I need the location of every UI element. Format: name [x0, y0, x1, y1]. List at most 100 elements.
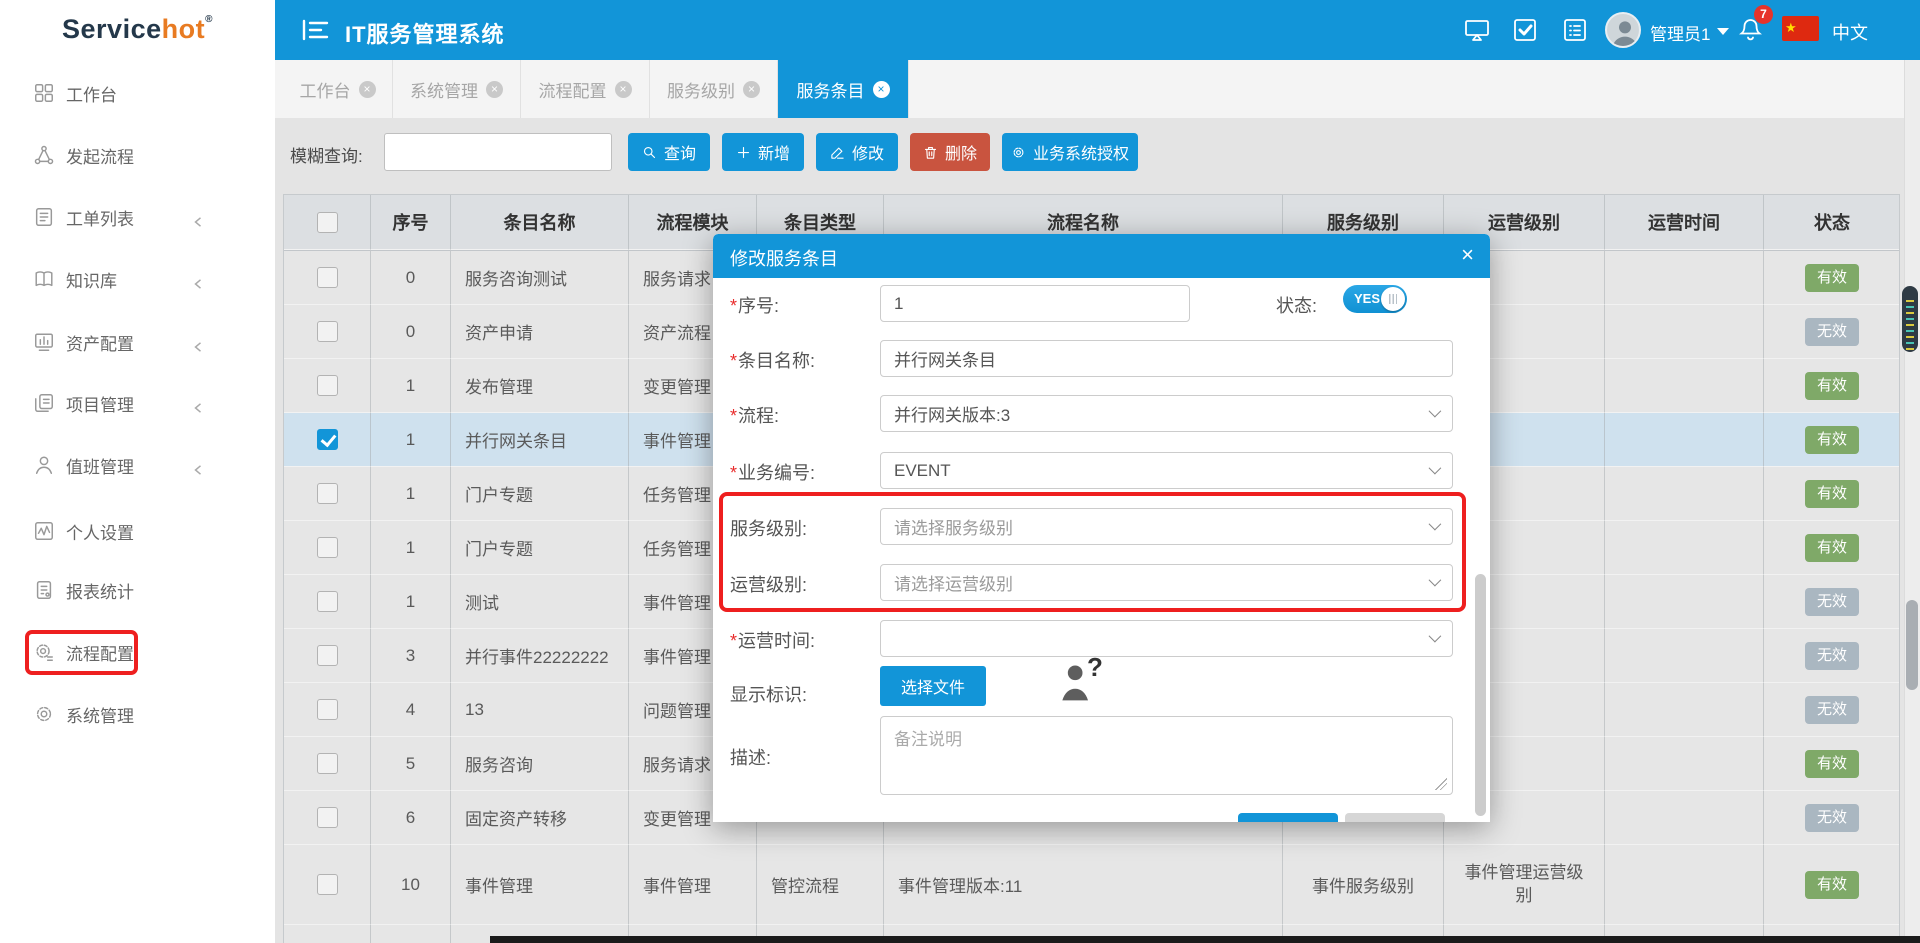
pulse-icon: [33, 520, 55, 542]
tab-1[interactable]: 工作台×: [283, 60, 393, 118]
worklist-icon: [33, 206, 55, 228]
biz-code-select[interactable]: EVENT: [880, 452, 1453, 489]
chevron-down-icon[interactable]: [1717, 28, 1729, 35]
row-checkbox[interactable]: [317, 699, 338, 720]
cell-status: 有效: [1764, 467, 1900, 521]
todo-list-icon[interactable]: [1562, 17, 1588, 43]
sidebar-item-4[interactable]: 知识库: [0, 257, 275, 301]
sidebar-item-3[interactable]: 工单列表: [0, 195, 275, 239]
project-icon: [33, 392, 55, 414]
sidebar-item-8[interactable]: 个人设置: [0, 509, 275, 553]
avatar[interactable]: [1605, 12, 1641, 48]
sidebar-item-label: 工单列表: [66, 205, 134, 230]
cell-name: 13: [451, 683, 629, 737]
authorize-button[interactable]: 业务系统授权: [1002, 133, 1138, 171]
select-all-checkbox[interactable]: [317, 212, 338, 233]
sidebar-item-10[interactable]: 流程配置: [0, 630, 275, 674]
row-checkbox[interactable]: [317, 753, 338, 774]
sidebar-item-11[interactable]: 系统管理: [0, 692, 275, 736]
cancel-button[interactable]: [1345, 813, 1445, 822]
user-name[interactable]: 管理员1: [1650, 20, 1710, 45]
row-checkbox[interactable]: [317, 537, 338, 558]
column-header-2: 条目名称: [451, 195, 629, 250]
add-button[interactable]: 新增: [722, 133, 804, 171]
sidebar-item-6[interactable]: 项目管理: [0, 381, 275, 425]
description-textarea[interactable]: [880, 716, 1453, 795]
row-checkbox[interactable]: [317, 807, 338, 828]
display-mark-label: 显示标识:: [730, 681, 807, 707]
tab-close-icon[interactable]: ×: [615, 81, 632, 98]
tab-close-icon[interactable]: ×: [873, 81, 890, 98]
cell-seq: 15: [371, 925, 451, 943]
row-checkbox[interactable]: [317, 375, 338, 396]
flag-china-icon[interactable]: ★: [1782, 16, 1819, 41]
edit-service-entry-modal: 修改服务条目 × *序号: 状态: YES *条目名称: *流程: 并行网关版本…: [713, 234, 1490, 822]
row-checkbox[interactable]: [317, 267, 338, 288]
fuzzy-search-label: 模糊查询:: [290, 142, 363, 167]
modal-scrollbar-thumb[interactable]: [1475, 574, 1486, 816]
tab-label: 流程配置: [539, 77, 607, 102]
cell-service_level: 事件服务级别: [1283, 845, 1444, 925]
top-header: IT服务管理系统 管理员1 7 ★ 中文: [275, 0, 1920, 60]
sidebar-item-7[interactable]: 值班管理: [0, 443, 275, 487]
approved-tasks-icon[interactable]: [1512, 17, 1538, 43]
chevron-left-icon: [193, 212, 203, 222]
cell-name: 服务咨询: [451, 737, 629, 791]
sidebar-item-1[interactable]: 工作台: [0, 71, 275, 115]
confirm-button[interactable]: [1238, 813, 1338, 822]
row-checkbox-cell: [284, 629, 371, 683]
row-checkbox-cell: [284, 251, 371, 305]
row-checkbox[interactable]: [317, 429, 338, 450]
sidebar-item-label: 资产配置: [66, 330, 134, 355]
seq-input[interactable]: [880, 285, 1190, 322]
row-checkbox[interactable]: [317, 321, 338, 342]
cell-name: 并行网关条目: [451, 413, 629, 467]
table-row[interactable]: 10事件管理事件管理管控流程事件管理版本:11事件服务级别事件管理运营级别有效: [284, 845, 1900, 925]
tab-close-icon[interactable]: ×: [486, 81, 503, 98]
minimap-scroll-marker[interactable]: [1902, 286, 1918, 352]
tab-5[interactable]: 服务条目×: [778, 60, 909, 118]
edit-icon: [830, 145, 845, 160]
row-checkbox[interactable]: [317, 483, 338, 504]
tab-close-icon[interactable]: ×: [359, 81, 376, 98]
tab-3[interactable]: 流程配置 ×: [521, 60, 650, 118]
op-time-select[interactable]: [880, 620, 1453, 657]
page-scrollbar-track[interactable]: [1904, 60, 1920, 943]
page-scrollbar-thumb[interactable]: [1906, 600, 1918, 690]
row-checkbox[interactable]: [317, 645, 338, 666]
sidebar-item-label: 项目管理: [66, 391, 134, 416]
trash-icon: [923, 145, 938, 160]
flow-select[interactable]: 并行网关版本:3: [880, 395, 1453, 432]
close-icon[interactable]: ×: [1461, 242, 1474, 268]
cell-name: 固定资产转移: [451, 791, 629, 845]
sidebar-item-5[interactable]: 资产配置: [0, 320, 275, 364]
sidebar-item-2[interactable]: 发起流程: [0, 133, 275, 177]
choose-file-button[interactable]: 选择文件: [880, 666, 986, 706]
row-checkbox[interactable]: [317, 591, 338, 612]
entry-name-input[interactable]: [880, 340, 1453, 377]
screen-share-icon[interactable]: [1464, 17, 1490, 43]
menu-toggle-icon[interactable]: [300, 16, 330, 44]
resize-handle[interactable]: [1435, 778, 1447, 790]
op-level-select[interactable]: 请选择运营级别: [880, 564, 1453, 601]
tab-2[interactable]: 系统管理×: [393, 60, 521, 118]
tab-close-icon[interactable]: ×: [743, 81, 760, 98]
cell-seq: 1: [371, 467, 451, 521]
tab-4[interactable]: 服务级别×: [650, 60, 778, 118]
edit-button[interactable]: 修改: [816, 133, 898, 171]
delete-button[interactable]: 删除: [910, 133, 990, 171]
status-badge: 有效: [1805, 426, 1859, 454]
language-switcher[interactable]: 中文: [1832, 19, 1868, 45]
service-level-select[interactable]: 请选择服务级别: [880, 508, 1453, 545]
row-checkbox[interactable]: [317, 874, 338, 895]
search-button[interactable]: 查询: [628, 133, 710, 171]
entry-name-label: *条目名称:: [730, 347, 815, 373]
cell-seq: 1: [371, 359, 451, 413]
cell-op-level: 事件管理运营级别: [1444, 845, 1605, 925]
book-icon: [33, 268, 55, 290]
sidebar-item-9[interactable]: 报表统计: [0, 568, 275, 612]
cell-status: 有效: [1764, 251, 1900, 305]
status-badge: 无效: [1805, 588, 1859, 616]
status-toggle[interactable]: YES: [1343, 285, 1407, 313]
fuzzy-search-input[interactable]: [384, 133, 612, 171]
